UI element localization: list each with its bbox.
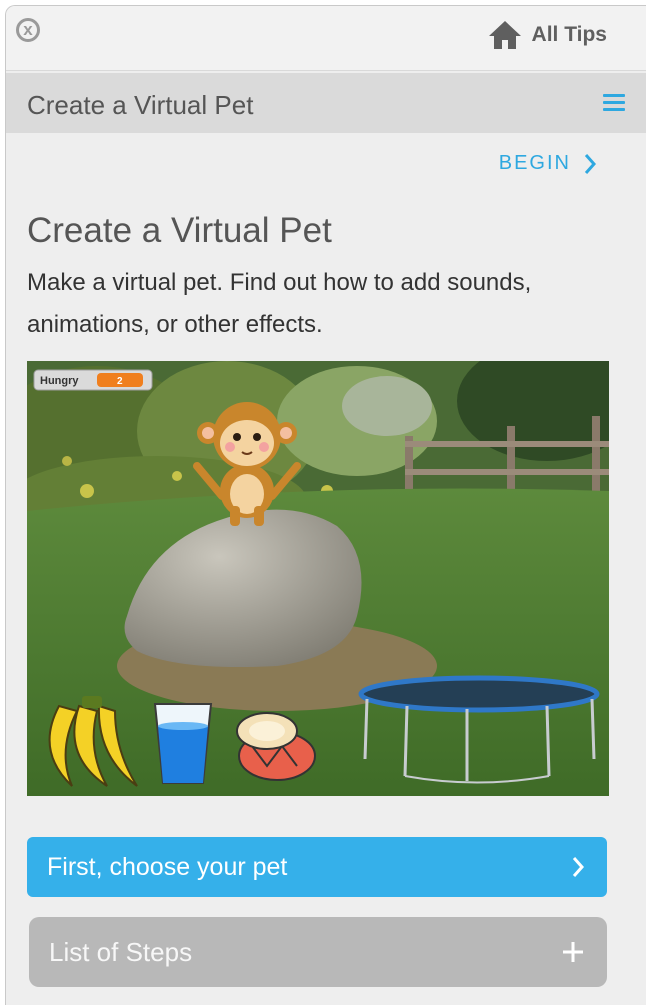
begin-button[interactable]: BEGIN	[499, 152, 597, 175]
content-description: Make a virtual pet. Find out how to add …	[27, 269, 532, 338]
plus-icon	[563, 942, 583, 962]
all-tips-button[interactable]: All Tips	[488, 20, 607, 50]
tutorial-title-bar: Create a Virtual Pet	[6, 73, 646, 133]
hamburger-menu-icon[interactable]	[603, 94, 625, 112]
list-of-steps-button[interactable]: List of Steps	[29, 917, 607, 987]
first-step-label: First, choose your pet	[47, 853, 288, 881]
svg-text:2: 2	[117, 376, 123, 387]
tips-top-bar: x All Tips	[6, 6, 646, 71]
close-button[interactable]: x	[16, 18, 40, 42]
tips-panel: x All Tips Create a Virtual Pet BEGIN Cr…	[5, 5, 646, 1005]
home-icon	[488, 21, 521, 49]
content-title: Create a Virtual Pet	[27, 211, 332, 250]
begin-label: BEGIN	[498, 152, 571, 174]
first-step-button[interactable]: First, choose your pet	[27, 837, 607, 897]
preview-image: Hungry 2	[27, 361, 609, 796]
tutorial-title: Create a Virtual Pet	[27, 90, 254, 120]
hungry-monitor: Hungry 2	[33, 369, 153, 391]
water-glass-icon	[153, 703, 213, 784]
chevron-right-icon	[572, 857, 585, 877]
list-of-steps-label: List of Steps	[49, 937, 193, 967]
all-tips-label: All Tips	[531, 23, 607, 46]
svg-text:Hungry: Hungry	[40, 375, 79, 387]
chevron-right-icon	[584, 153, 597, 174]
